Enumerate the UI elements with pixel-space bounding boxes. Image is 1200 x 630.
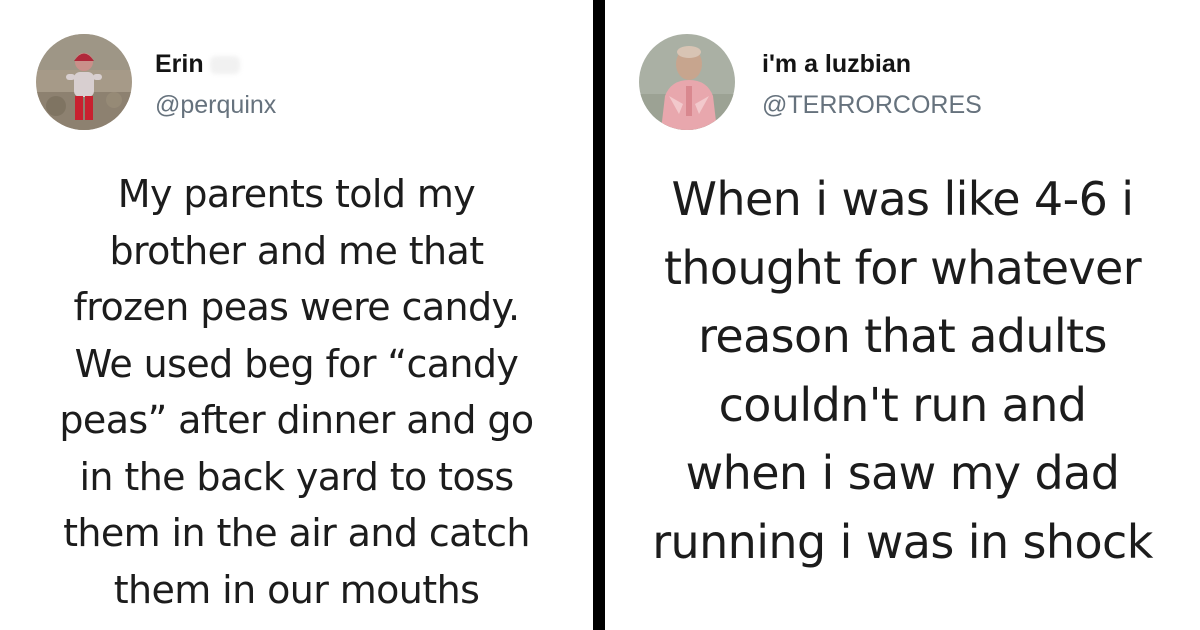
avatar[interactable] <box>639 34 735 130</box>
avatar[interactable] <box>36 34 132 130</box>
right-tweet-card: i'm a luzbian @TERRORCORES When i was li… <box>605 0 1200 630</box>
panel-divider <box>593 0 605 630</box>
display-name[interactable]: Erin <box>155 50 240 79</box>
profile-photo-icon <box>639 34 735 130</box>
tweet-text: When i was like 4-6 i thought for whatev… <box>652 172 1153 569</box>
profile-photo-icon <box>36 34 132 130</box>
tweet-text: My parents told my brother and me that f… <box>59 172 534 612</box>
redacted-name-blur <box>209 56 240 75</box>
display-name[interactable]: i'm a luzbian <box>762 50 911 79</box>
user-handle[interactable]: @TERRORCORES <box>762 91 982 120</box>
left-tweet-card: Erin @perquinx My parents told my brothe… <box>0 0 593 630</box>
user-handle[interactable]: @perquinx <box>155 91 276 120</box>
